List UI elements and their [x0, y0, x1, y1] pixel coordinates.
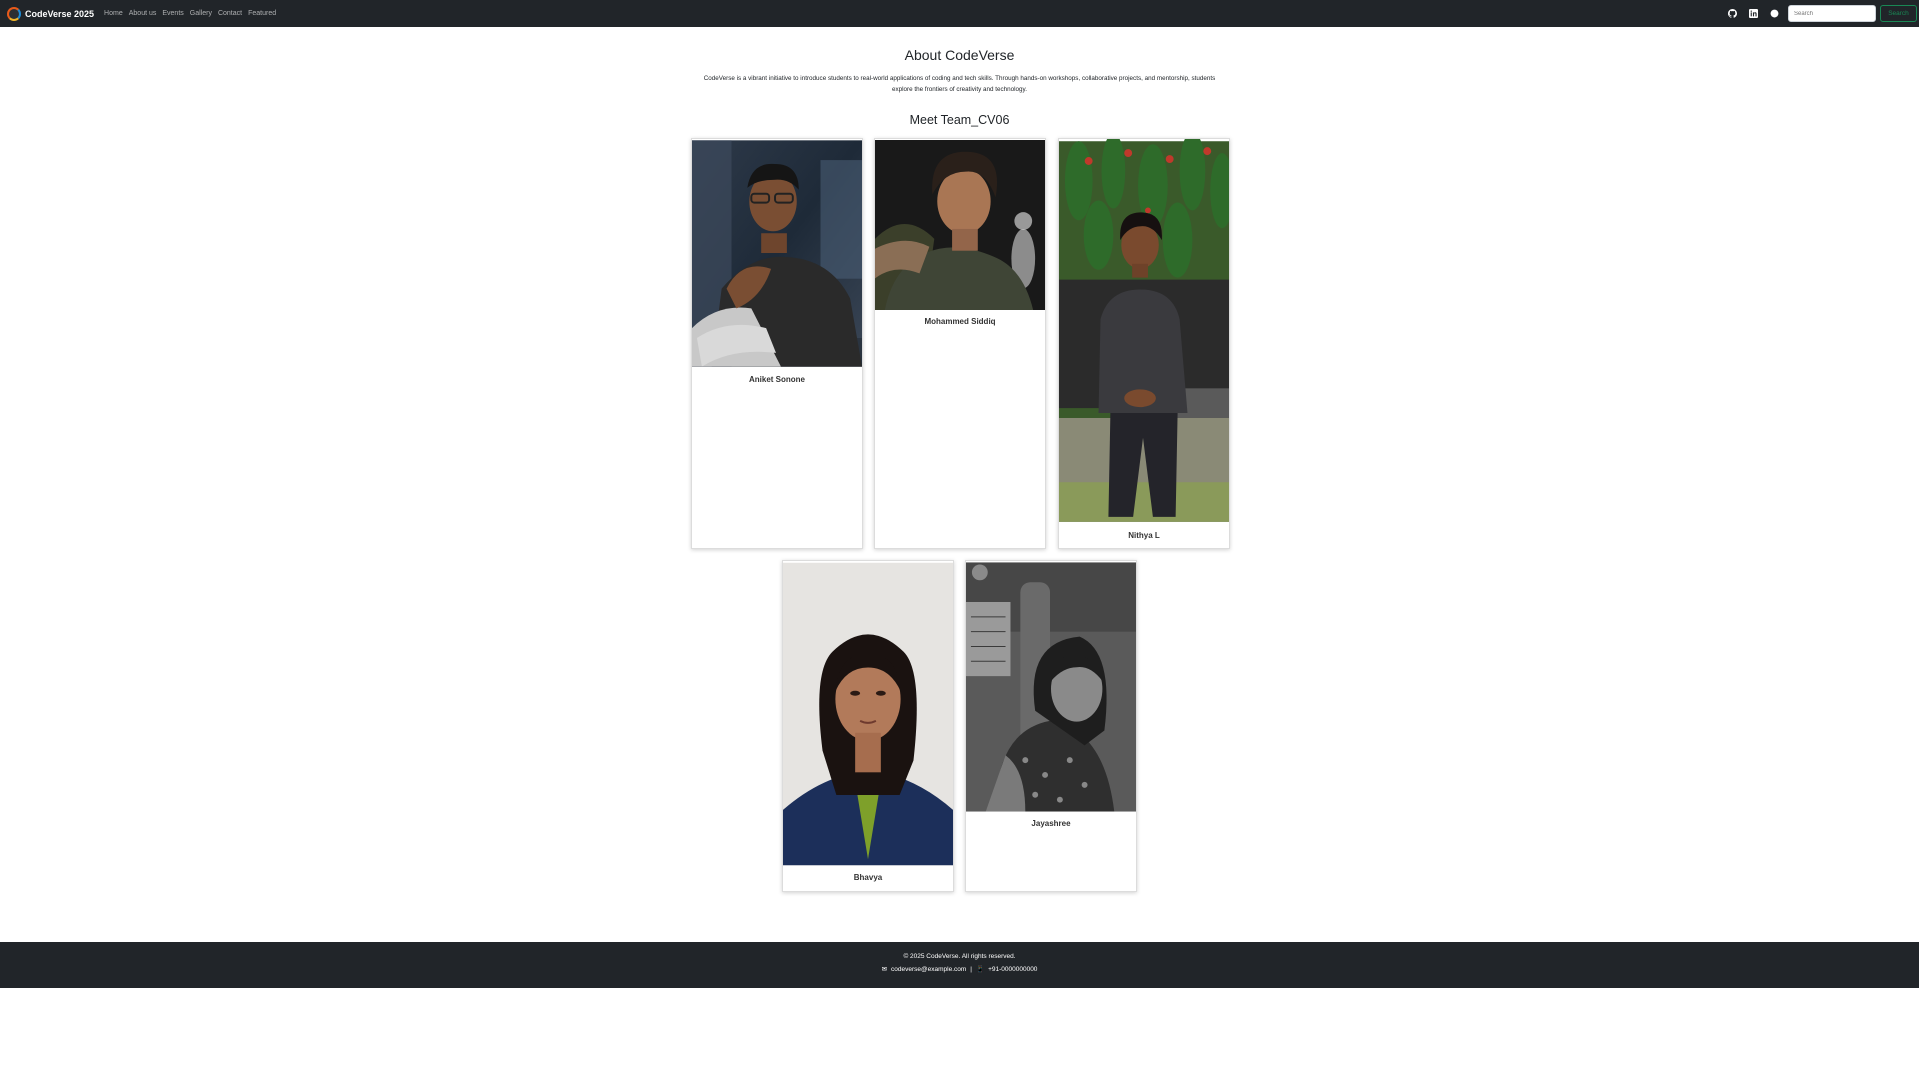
team-member-photo: [875, 140, 1045, 310]
github-icon[interactable]: [1727, 8, 1738, 19]
team-member-name: Jayashree: [1031, 819, 1071, 828]
team-card-nithya: Nithya L: [1058, 138, 1230, 549]
nav-link-gallery[interactable]: Gallery: [190, 10, 212, 17]
footer-phone[interactable]: +91-0000000000: [988, 966, 1037, 973]
linkedin-icon[interactable]: [1748, 8, 1759, 19]
navbar: CodeVerse 2025 Home About us Events Gall…: [0, 0, 1919, 27]
team-member-photo: [783, 562, 953, 866]
team-member-name: Aniket Sonone: [748, 375, 805, 384]
codeverse-logo-icon: [7, 6, 21, 21]
team-member-name: Bhavya: [853, 873, 883, 882]
nav-links: Home About us Events Gallery Contact Fea…: [104, 10, 282, 17]
about-title: About CodeVerse: [904, 47, 1015, 63]
nav-link-contact[interactable]: Contact: [218, 10, 242, 17]
footer-copyright: © 2025 CodeVerse. All rights reserved.: [903, 953, 1016, 960]
team-member-photo: [1059, 139, 1229, 522]
phone-icon: 📱: [975, 966, 985, 973]
navbar-right: Search: [1722, 0, 1919, 27]
team-member-photo: [692, 140, 862, 367]
about-description: CodeVerse is a vibrant initiative to int…: [703, 75, 1216, 93]
nav-link-featured[interactable]: Featured: [248, 10, 276, 17]
footer-separator: |: [970, 965, 972, 973]
brand[interactable]: CodeVerse 2025: [7, 6, 94, 21]
search-input[interactable]: [1788, 5, 1876, 22]
footer-contact: ✉ codeverse@example.com | 📱 +91-00000000…: [0, 965, 1919, 974]
team-card-mohammed: Mohammed Siddiq: [874, 138, 1046, 549]
footer: © 2025 CodeVerse. All rights reserved. ✉…: [0, 942, 1919, 988]
theme-toggle-icon[interactable]: [1769, 8, 1780, 19]
team-card-aniket: Aniket Sonone: [691, 138, 863, 549]
email-icon: ✉: [881, 966, 888, 973]
team-card-jayashree: Jayashree: [965, 560, 1137, 892]
nav-link-home[interactable]: Home: [104, 10, 123, 17]
team-title: Meet Team_CV06: [909, 113, 1010, 127]
search-button[interactable]: Search: [1880, 5, 1917, 22]
team-member-name: Nithya L: [1128, 531, 1160, 540]
brand-title[interactable]: CodeVerse 2025: [25, 9, 94, 19]
team-card-bhavya: Bhavya: [782, 560, 954, 892]
team-member-name: Mohammed Siddiq: [924, 317, 996, 326]
nav-link-events[interactable]: Events: [162, 10, 183, 17]
nav-link-about[interactable]: About us: [129, 10, 157, 17]
team-member-photo: [966, 562, 1136, 812]
footer-email[interactable]: codeverse@example.com: [891, 966, 966, 973]
